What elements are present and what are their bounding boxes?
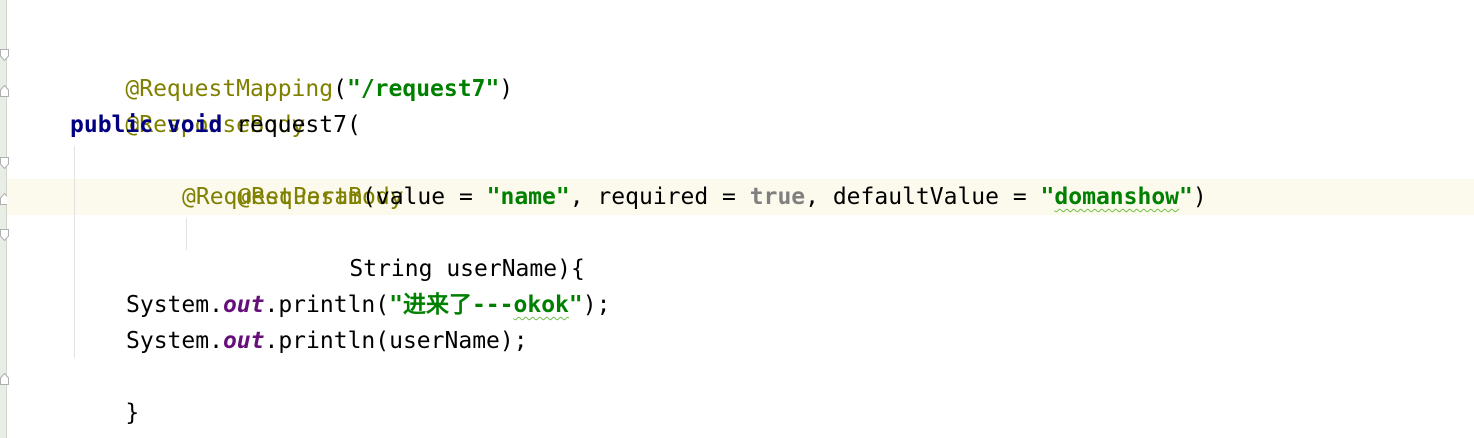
code-line[interactable]: @ResponseBody	[70, 71, 305, 138]
fold-icon[interactable]	[0, 373, 9, 385]
code-text: .println(userName);	[264, 328, 528, 354]
fold-icon[interactable]	[0, 85, 9, 97]
method-signature: request7(	[222, 112, 361, 138]
code-text: )	[1192, 184, 1207, 210]
code-line[interactable]: @RequestMapping("/request7")	[70, 35, 513, 102]
typo-string-token: domanshow	[1054, 184, 1180, 210]
code-text: String userName){	[349, 256, 585, 282]
string-token: "进来了---	[389, 292, 514, 318]
string-token: "name"	[486, 184, 570, 210]
static-field-token: out	[222, 292, 265, 318]
code-line[interactable]: public void request7(	[70, 107, 361, 143]
code-line[interactable]: }	[70, 359, 139, 426]
string-token: "	[1040, 184, 1055, 210]
keyword-token: void	[166, 112, 223, 138]
code-text: .println(	[264, 292, 390, 318]
fold-icon[interactable]	[0, 157, 9, 169]
code-line[interactable]: System.out.println("进来了---okok");	[126, 287, 610, 323]
keyword-token: public	[70, 112, 154, 138]
code-text: (value =	[362, 184, 487, 210]
punctuation-token: (	[333, 76, 347, 102]
code-text: , defaultValue =	[805, 184, 1041, 210]
code-text: System.	[126, 328, 223, 354]
fold-icon[interactable]	[0, 229, 9, 241]
code-editor[interactable]: @RequestMapping("/request7") @ResponseBo…	[0, 0, 1474, 438]
static-field-token: out	[222, 328, 265, 354]
boolean-literal-token: true	[749, 184, 806, 210]
annotation-token: @RequestParam	[182, 184, 363, 210]
code-text: , required =	[569, 184, 750, 210]
string-token: "/request7"	[346, 76, 500, 102]
code-text: );	[582, 292, 611, 318]
code-line[interactable]: String userName){	[294, 215, 584, 282]
string-token: "	[568, 292, 583, 318]
string-token: "	[1179, 184, 1193, 210]
code-line[interactable]: @RequestBody	[182, 143, 403, 210]
code-line[interactable]: System.out.println(userName);	[126, 323, 528, 359]
code-text: System.	[126, 292, 223, 318]
closing-brace: }	[125, 400, 140, 426]
punctuation-token: )	[499, 76, 514, 102]
fold-icon[interactable]	[0, 49, 9, 61]
code-line[interactable]: @RequestParam(value = "name", required =…	[182, 179, 1207, 215]
typo-string-token: okok	[513, 292, 569, 318]
